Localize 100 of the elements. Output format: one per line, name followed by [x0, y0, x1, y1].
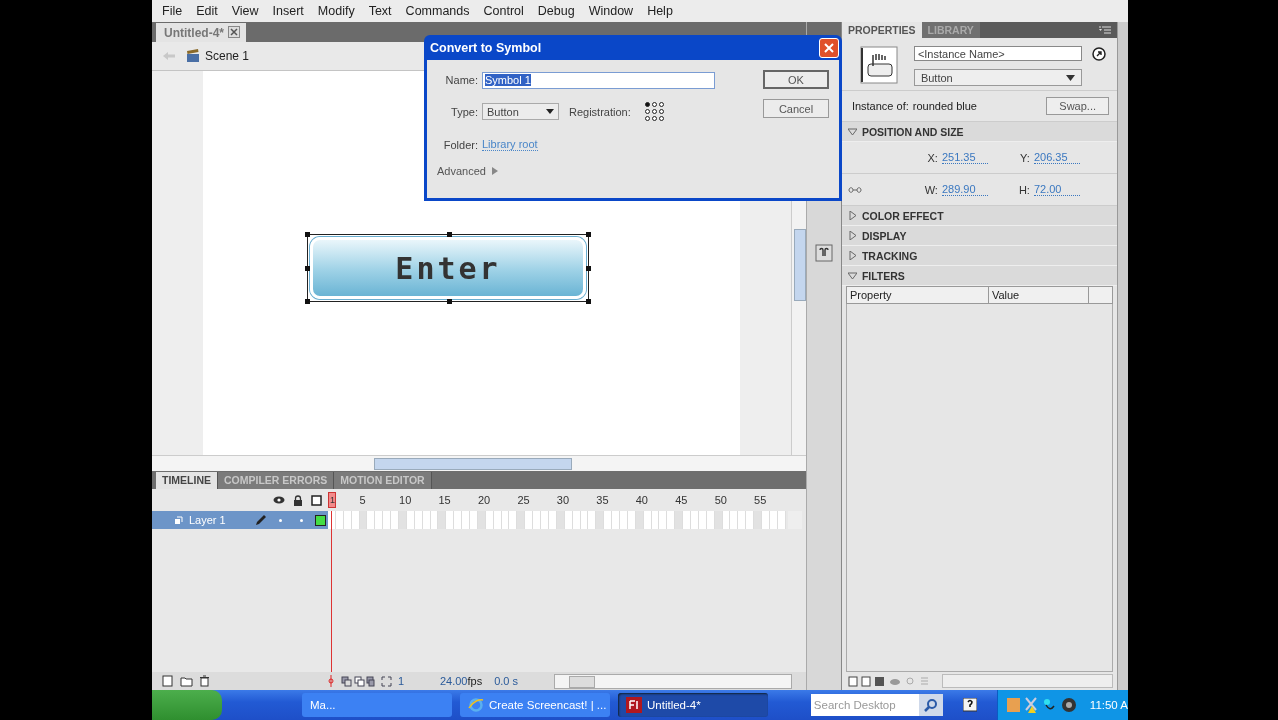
registration-point[interactable] [644, 102, 650, 107]
fps-unit: fps [467, 675, 483, 687]
timeline-scrollbar[interactable] [554, 673, 792, 689]
filters-scrollbar[interactable] [941, 674, 1114, 688]
field-value[interactable]: 251.35 [941, 151, 988, 164]
clock: 11:50 A [1089, 699, 1128, 711]
help-icon[interactable] [962, 697, 977, 713]
pencil-icon[interactable] [255, 514, 267, 526]
trash-icon[interactable] [199, 675, 210, 687]
instance-name-field[interactable]: <Instance Name> [913, 46, 1082, 61]
section-header[interactable]: TRACKING [841, 246, 1118, 266]
taskbar-button[interactable]: Untitled-4* [618, 693, 768, 717]
dialog-title: Convert to Symbol [430, 40, 542, 55]
menu-item[interactable]: Insert [265, 4, 311, 18]
section-header[interactable]: DISPLAY [841, 226, 1118, 246]
taskbar-button[interactable]: Ma... [302, 693, 452, 717]
search-icon [923, 698, 938, 712]
edit-markers-icon[interactable] [380, 675, 392, 687]
field-value[interactable]: 206.35 [1033, 151, 1080, 164]
onion-skin-icon[interactable] [340, 675, 375, 687]
start-button[interactable] [152, 690, 222, 720]
frame-number: 35 [596, 494, 610, 506]
field-label: Y: [1019, 151, 1031, 164]
center-frame-icon[interactable] [326, 675, 335, 687]
right-triangle-icon [491, 167, 498, 175]
lock-dot[interactable] [300, 518, 303, 522]
frame-rate[interactable]: 24.00 [439, 675, 468, 687]
menu-item[interactable]: Edit [189, 4, 225, 18]
registration-point[interactable] [658, 116, 664, 121]
menu-item[interactable]: Text [361, 4, 399, 18]
eye-icon[interactable] [273, 495, 285, 505]
cancel-button[interactable]: Cancel [763, 99, 829, 118]
registration-point[interactable] [658, 109, 664, 114]
frame-number: 30 [556, 494, 571, 506]
scene-label[interactable]: Scene 1 [205, 49, 250, 63]
menu-item[interactable]: Control [476, 4, 531, 18]
field-value[interactable]: 289.90 [941, 183, 988, 196]
down-triangle-icon [847, 271, 857, 280]
frame-number: 20 [477, 494, 492, 506]
symbol-type-dropdown[interactable]: Button [482, 103, 559, 120]
advanced-toggle[interactable]: Advanced [427, 165, 498, 177]
section-header[interactable]: FILTERS [841, 266, 1118, 286]
horizontal-scrollbar[interactable] [152, 455, 806, 471]
section-header[interactable]: POSITION AND SIZE [841, 122, 1118, 142]
panel-menu-icon[interactable] [1099, 26, 1112, 34]
taskbar-button[interactable]: Create Screencast! | ... [460, 693, 610, 717]
ok-button[interactable]: OK [763, 70, 829, 89]
panel-icon[interactable] [814, 244, 833, 262]
menu-item[interactable]: File [155, 4, 190, 18]
lock-icon[interactable] [293, 494, 303, 506]
menu-item[interactable]: Modify [310, 4, 362, 18]
current-frame[interactable]: 1 [397, 675, 428, 687]
close-button[interactable] [819, 37, 839, 58]
instance-of-label: Instance of: [851, 100, 909, 112]
right-triangle-icon [847, 211, 857, 220]
frame-number: 25 [517, 494, 531, 506]
menu-item[interactable]: Window [581, 4, 641, 18]
column-header[interactable]: Value [988, 287, 1089, 303]
right-triangle-icon [847, 231, 857, 240]
menu-item[interactable]: Help [640, 4, 680, 18]
registration-point[interactable] [658, 102, 664, 107]
dropdown-arrow-icon [1065, 74, 1075, 81]
folder-icon[interactable] [180, 675, 193, 687]
close-icon[interactable] [228, 26, 240, 38]
menu-item[interactable]: Commands [398, 4, 477, 18]
clapperboard-icon [186, 49, 200, 63]
outline-color-swatch[interactable] [315, 514, 326, 526]
registration-point[interactable] [644, 109, 650, 114]
timeline-tab[interactable]: TIMELINE [156, 472, 218, 489]
menu-item[interactable]: Debug [530, 4, 582, 18]
registration-point[interactable] [651, 109, 657, 114]
frame-number: 5 [359, 494, 367, 506]
field-label: Type: [450, 105, 479, 118]
visibility-dot[interactable] [279, 518, 282, 522]
desktop-search-field[interactable]: Search Desktop [810, 694, 919, 716]
field-value[interactable]: 72.00 [1033, 183, 1080, 196]
selected-button-symbol[interactable]: Enter [307, 234, 589, 302]
registration-point[interactable] [644, 116, 650, 121]
section-header[interactable]: COLOR EFFECT [841, 206, 1118, 226]
symbol-behavior-dropdown[interactable]: Button [913, 69, 1082, 86]
outline-square-icon[interactable] [311, 494, 322, 506]
globe-icon [468, 697, 484, 713]
symbol-name-field[interactable]: Symbol 1 [482, 71, 715, 89]
layer-icon [174, 515, 183, 525]
menu-item[interactable]: View [224, 4, 266, 18]
field-label: W: [923, 183, 939, 196]
swap-button[interactable]: Swap... [1046, 97, 1110, 115]
new-layer-icon[interactable] [162, 675, 174, 687]
dropdown-arrow-icon [546, 109, 554, 114]
field-label: X: [926, 151, 939, 164]
field-label: Folder: [442, 138, 479, 151]
registration-point[interactable] [651, 102, 657, 107]
panel-tab[interactable]: PROPERTIES [841, 22, 922, 38]
instance-symbol-name: rounded blue [912, 100, 977, 112]
playhead-marker[interactable]: 1 [328, 492, 336, 508]
column-header[interactable]: Property [846, 287, 989, 303]
search-button[interactable] [918, 694, 943, 716]
flash-app-icon [626, 697, 642, 713]
document-tab[interactable]: Untitled-4* [156, 23, 246, 42]
registration-point[interactable] [651, 116, 657, 121]
